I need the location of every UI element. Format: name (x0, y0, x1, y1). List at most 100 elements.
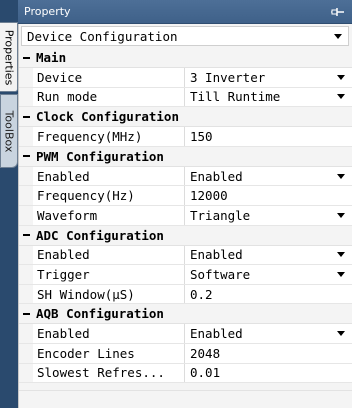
chevron-down-icon (337, 331, 345, 337)
property-value-dropdown[interactable]: Till Runtime (185, 87, 352, 107)
property-value-field[interactable]: 12000 (185, 186, 352, 205)
property-name[interactable]: Enabled (33, 166, 185, 186)
property-name[interactable]: Enabled (33, 324, 185, 343)
property-value-text: Triangle (190, 207, 251, 223)
chevron-down-icon (337, 74, 345, 80)
property-row: Run mode Till Runtime (19, 87, 352, 108)
row-gutter (19, 186, 33, 205)
property-name[interactable]: SH Window(µS) (33, 284, 185, 304)
property-value-dropdown[interactable]: Enabled (185, 324, 352, 343)
object-selector[interactable]: Device Configuration (21, 26, 349, 46)
object-selector-value: Device Configuration (27, 28, 178, 44)
collapse-toggle[interactable] (21, 225, 32, 245)
property-name[interactable]: Slowest Refres... (33, 363, 185, 383)
chevron-down-icon (337, 173, 345, 179)
category-label: PWM Configuration (36, 148, 164, 164)
chevron-down-icon (337, 271, 345, 277)
property-name[interactable]: Trigger (33, 265, 185, 284)
pin-icon[interactable] (330, 5, 346, 19)
minus-icon (23, 115, 30, 118)
property-name[interactable]: Encoder Lines (33, 343, 185, 363)
category-header[interactable]: AQB Configuration (19, 304, 352, 325)
collapse-toggle[interactable] (21, 107, 32, 127)
row-gutter (19, 166, 33, 186)
property-row: Trigger Software (19, 265, 352, 285)
category-label: Main (36, 50, 67, 65)
property-name[interactable]: Waveform (33, 205, 185, 225)
property-value-field[interactable]: 0.01 (185, 363, 352, 383)
property-name[interactable]: Enabled (33, 245, 185, 265)
property-row: Enabled Enabled (19, 324, 352, 344)
property-row: Device 3 Inverter (19, 68, 352, 88)
property-value-text: 3 Inverter (190, 69, 266, 85)
category-label: AQB Configuration (36, 306, 164, 322)
tab-toolbox-label: ToolBox (2, 110, 16, 152)
property-name[interactable]: Device (33, 68, 185, 87)
property-value-dropdown[interactable]: 3 Inverter (185, 68, 352, 87)
minus-icon (23, 234, 30, 237)
tab-toolbox[interactable]: ToolBox (0, 94, 18, 168)
category-header[interactable]: Main (19, 48, 352, 68)
row-gutter (19, 127, 33, 146)
row-gutter (19, 284, 33, 304)
tab-properties[interactable]: Properties (0, 22, 18, 92)
property-grid: Main Device 3 Inverter Run mode Till Runtime… (19, 48, 352, 384)
row-gutter (19, 68, 33, 87)
property-value-field[interactable]: 0.2 (185, 284, 352, 304)
property-value-text: Enabled (190, 326, 243, 342)
property-value-field[interactable]: 2048 (185, 343, 352, 363)
collapse-toggle[interactable] (21, 48, 32, 68)
property-row: Enabled Enabled (19, 166, 352, 187)
row-gutter (19, 205, 33, 225)
property-value-text: 2048 (190, 345, 221, 361)
property-value-text: Enabled (190, 168, 243, 184)
property-row: Frequency(Hz) 12000 (19, 186, 352, 206)
category-label: Clock Configuration (36, 109, 179, 125)
property-name[interactable]: Frequency(Hz) (33, 186, 185, 205)
grid-bottom-area (19, 390, 352, 408)
category-label: ADC Configuration (36, 227, 164, 243)
property-value-field[interactable]: 150 (185, 127, 352, 146)
panel-title: Property (24, 5, 71, 18)
minus-icon (23, 56, 30, 59)
chevron-down-icon (337, 94, 345, 100)
property-value-dropdown[interactable]: Enabled (185, 245, 352, 265)
row-gutter (19, 87, 33, 107)
row-gutter (19, 343, 33, 363)
property-panel: Device Configuration Main Device 3 Inverte… (18, 24, 352, 408)
collapse-toggle[interactable] (21, 146, 32, 166)
property-name[interactable]: Frequency(MHz) (33, 127, 185, 146)
property-value-text: 150 (190, 128, 213, 144)
category-header[interactable]: Clock Configuration (19, 107, 352, 128)
property-value-dropdown[interactable]: Triangle (185, 205, 352, 225)
property-row: Frequency(MHz) 150 (19, 127, 352, 147)
row-gutter (19, 265, 33, 284)
chevron-down-icon (334, 33, 342, 39)
chevron-down-icon (337, 252, 345, 258)
property-value-dropdown[interactable]: Enabled (185, 166, 352, 186)
property-row: Slowest Refres... 0.01 (19, 363, 352, 384)
property-row: Encoder Lines 2048 (19, 343, 352, 364)
panel-titlebar: Property (18, 0, 352, 24)
property-row: Enabled Enabled (19, 245, 352, 266)
property-row: Waveform Triangle (19, 205, 352, 226)
minus-icon (23, 155, 30, 158)
property-value-dropdown[interactable]: Software (185, 265, 352, 284)
chevron-down-icon (337, 212, 345, 218)
collapse-toggle[interactable] (21, 304, 32, 324)
property-value-text: Software (190, 266, 251, 282)
property-value-text: 12000 (190, 188, 228, 204)
minus-icon (23, 312, 30, 315)
side-tab-strip: Properties ToolBox (0, 0, 18, 408)
category-header[interactable]: PWM Configuration (19, 146, 352, 167)
property-name[interactable]: Run mode (33, 87, 185, 107)
property-row: SH Window(µS) 0.2 (19, 284, 352, 305)
property-value-text: Enabled (190, 247, 243, 263)
row-gutter (19, 324, 33, 343)
property-value-text: Till Runtime (190, 89, 281, 105)
row-gutter (19, 245, 33, 265)
property-value-text: 0.2 (190, 286, 213, 302)
category-header[interactable]: ADC Configuration (19, 225, 352, 246)
property-value-text: 0.01 (190, 365, 221, 381)
tab-properties-label: Properties (2, 29, 15, 85)
